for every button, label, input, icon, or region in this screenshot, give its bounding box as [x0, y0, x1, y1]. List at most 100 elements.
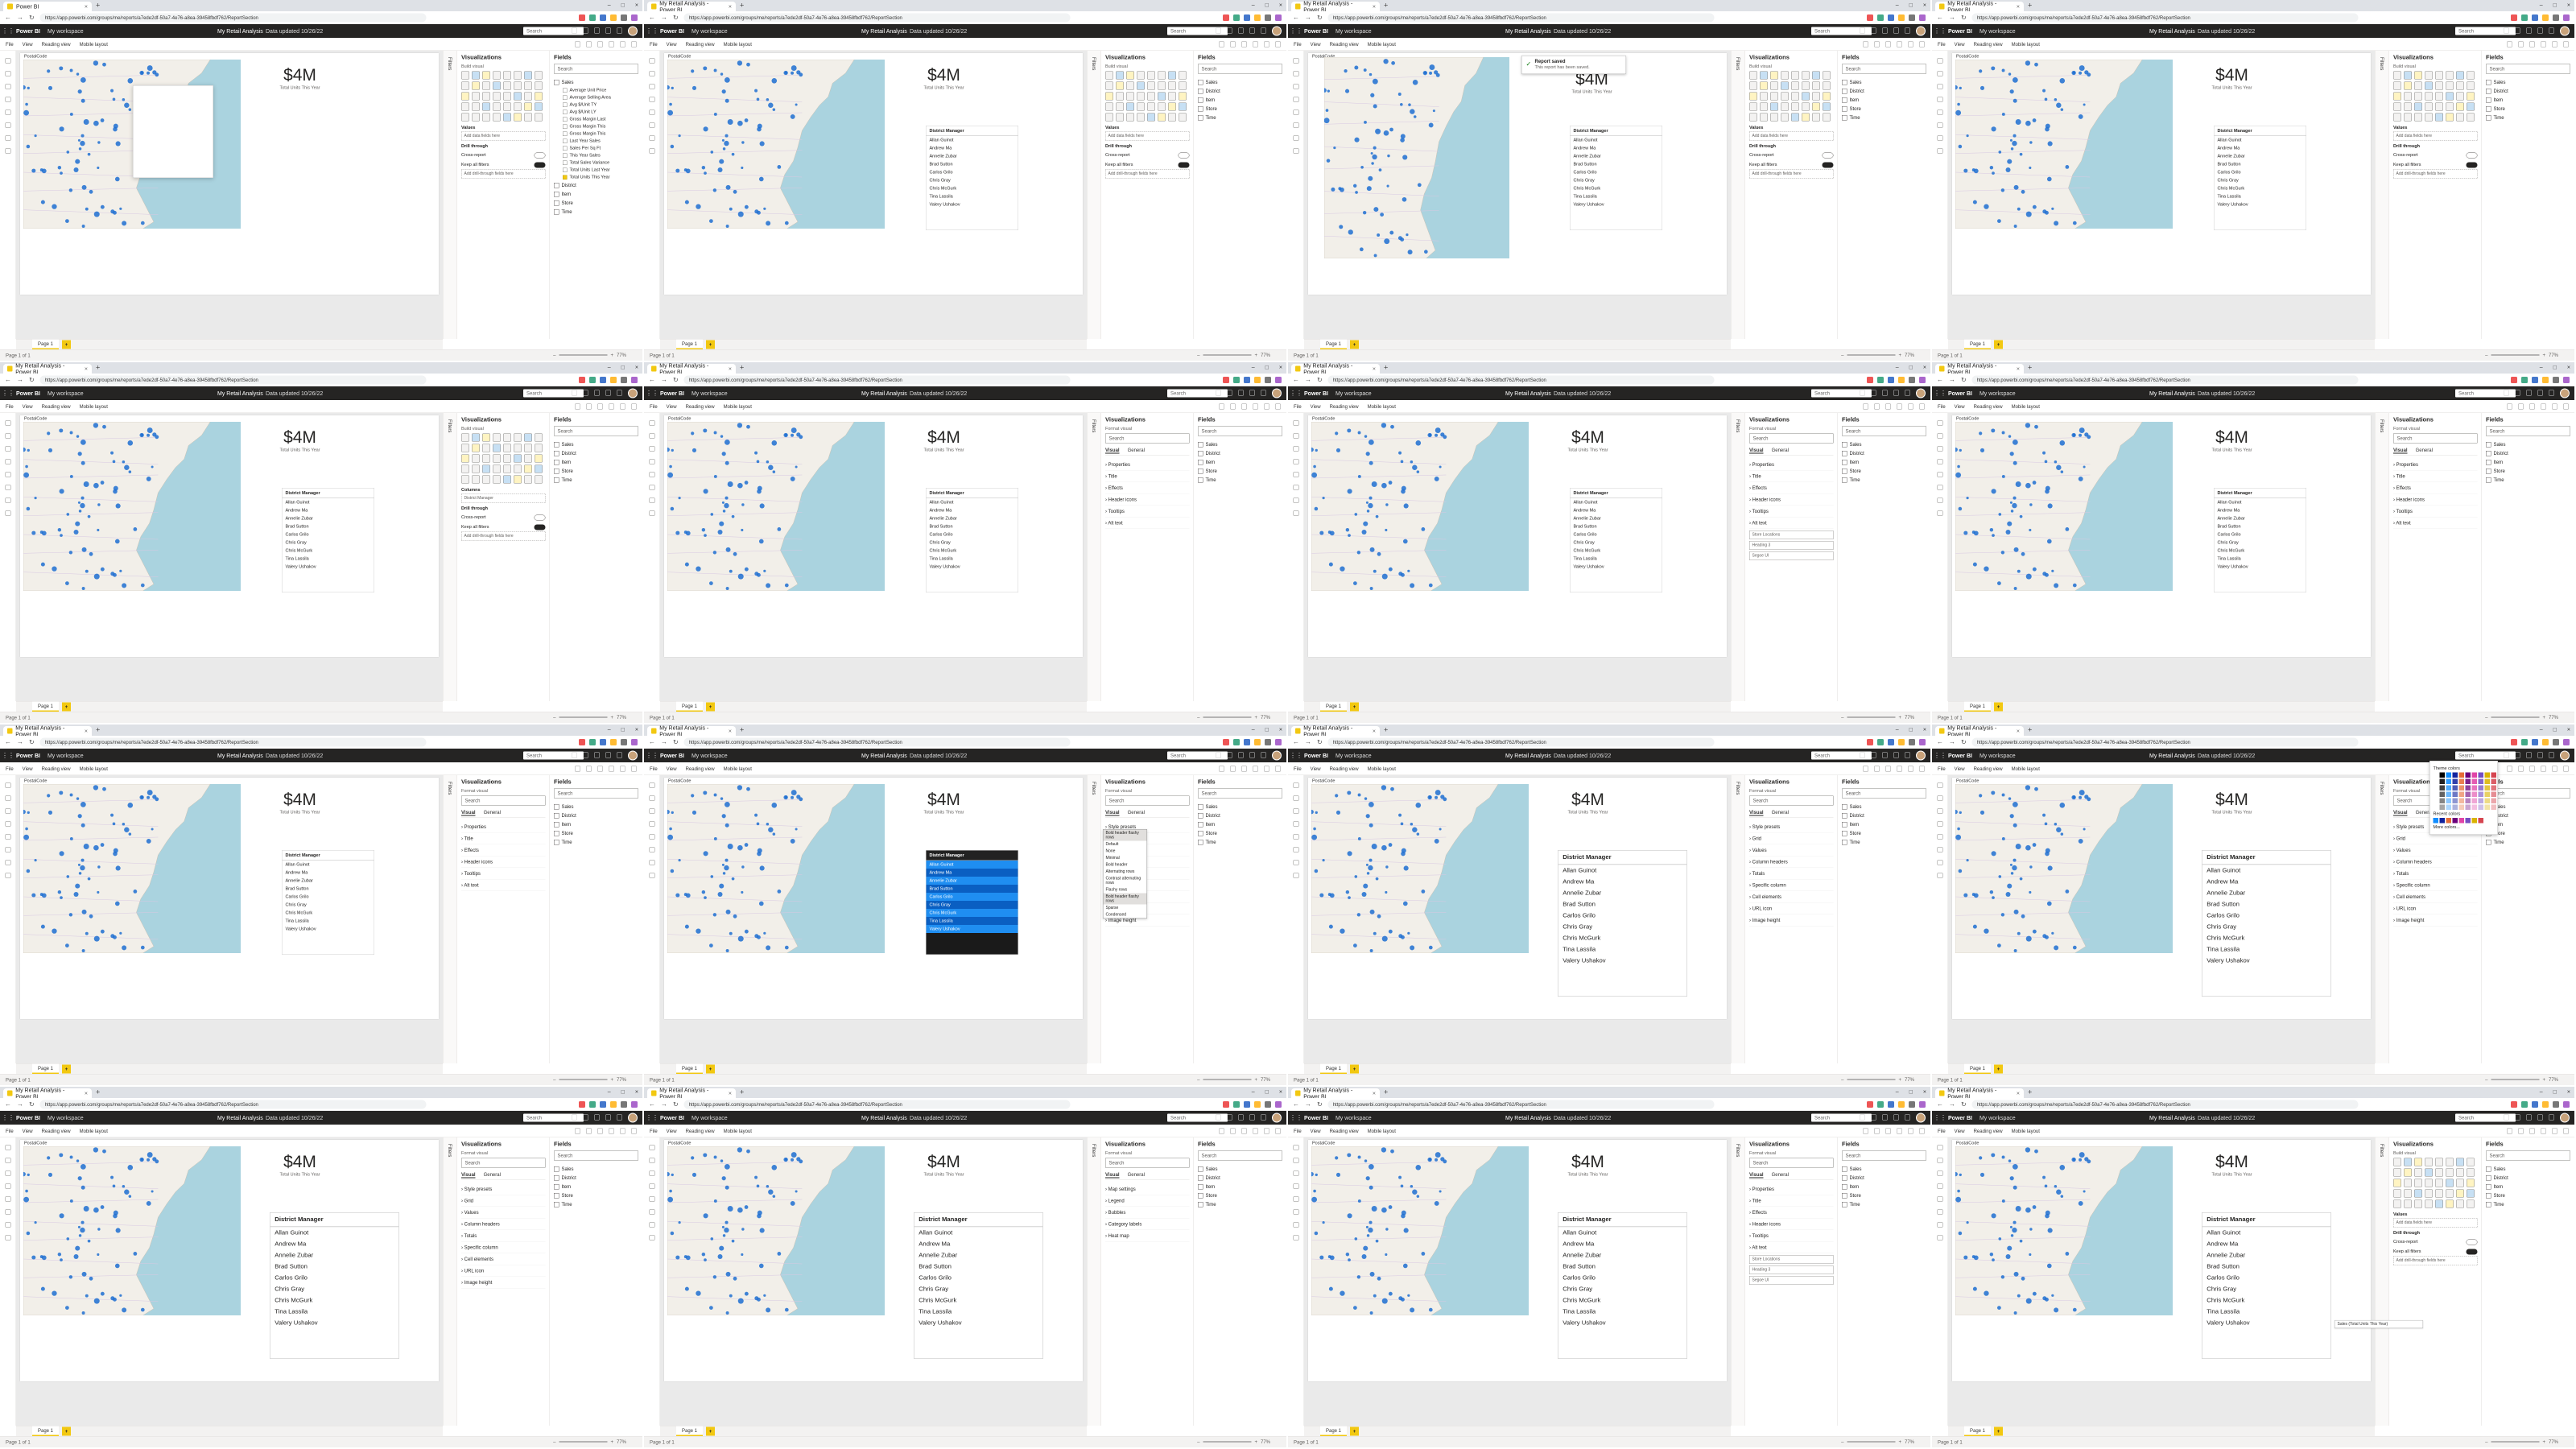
help-icon[interactable]	[1893, 752, 1899, 758]
download-icon[interactable]	[1882, 1114, 1888, 1121]
tab-general[interactable]: General	[2416, 448, 2433, 454]
download-icon[interactable]	[1882, 752, 1888, 758]
store-location-marker[interactable]	[2009, 814, 2014, 819]
notifications-icon[interactable]	[572, 27, 577, 34]
store-location-marker[interactable]	[1957, 464, 1960, 469]
store-location-marker[interactable]	[80, 1163, 86, 1170]
undo-icon[interactable]	[1219, 1128, 1224, 1134]
visual-type-icon[interactable]	[2456, 1168, 2464, 1177]
fields-search-input[interactable]: Search	[2486, 64, 2570, 74]
redo-icon[interactable]	[2518, 1128, 2524, 1134]
minimize-icon[interactable]: –	[608, 726, 611, 733]
store-location-marker[interactable]	[89, 551, 93, 556]
help-icon[interactable]	[1249, 1114, 1255, 1121]
field-table[interactable]: Store	[1198, 467, 1282, 476]
visual-type-icon[interactable]	[2414, 1189, 2422, 1198]
visual-type-icon[interactable]	[493, 464, 501, 473]
store-location-marker[interactable]	[2029, 1228, 2033, 1231]
reload-icon[interactable]: ↻	[29, 738, 35, 746]
close-window-icon[interactable]: ×	[635, 2, 638, 8]
store-location-marker[interactable]	[1963, 168, 1968, 173]
store-location-marker[interactable]	[1365, 1176, 1370, 1181]
url-input[interactable]: https://app.powerbi.com/groups/me/report…	[683, 375, 1071, 385]
store-location-marker[interactable]	[704, 896, 707, 899]
store-location-marker[interactable]	[1385, 528, 1388, 532]
store-location-marker[interactable]	[2034, 424, 2038, 429]
close-window-icon[interactable]: ×	[1279, 2, 1282, 8]
store-location-marker[interactable]	[1368, 865, 1373, 871]
reload-icon[interactable]: ↻	[1961, 1100, 1967, 1108]
app-launcher-icon[interactable]: ⋮⋮	[644, 752, 660, 760]
store-location-marker[interactable]	[1989, 890, 1994, 894]
store-location-marker[interactable]	[725, 1311, 729, 1315]
store-location-marker[interactable]	[2000, 188, 2005, 192]
apps-icon[interactable]	[1293, 847, 1299, 852]
visual-type-icon[interactable]	[1137, 71, 1145, 80]
store-location-marker[interactable]	[73, 167, 79, 172]
more-options-icon[interactable]	[631, 41, 637, 47]
visual-type-icon[interactable]	[2393, 113, 2401, 122]
store-location-marker[interactable]	[1391, 60, 1395, 65]
store-location-marker[interactable]	[2044, 822, 2048, 826]
store-location-marker[interactable]	[727, 481, 733, 487]
visual-type-icon[interactable]	[1812, 81, 1820, 90]
mobile-layout-button[interactable]: Mobile layout	[724, 1128, 752, 1133]
format-section[interactable]: › URL icon	[1749, 903, 1834, 914]
extension-icon[interactable]	[1877, 14, 1884, 21]
store-location-marker[interactable]	[60, 1258, 63, 1261]
bookmark-icon[interactable]	[1264, 41, 1269, 47]
store-location-marker[interactable]	[737, 844, 743, 851]
tab-visual[interactable]: Visual	[461, 810, 476, 816]
store-location-marker[interactable]	[1375, 128, 1381, 134]
store-location-marker[interactable]	[1992, 534, 1995, 537]
field-item[interactable]: This Year Sales	[554, 152, 638, 159]
store-location-marker[interactable]	[791, 1152, 797, 1158]
store-location-marker[interactable]	[2056, 102, 2062, 108]
cross-report-toggle[interactable]	[534, 514, 546, 521]
store-location-marker[interactable]	[1390, 786, 1394, 791]
format-section[interactable]: › Grid	[1749, 833, 1834, 844]
file-menu[interactable]: File	[650, 41, 658, 47]
workspaces-icon[interactable]	[649, 148, 655, 154]
store-location-marker[interactable]	[2045, 848, 2050, 853]
comment-icon[interactable]	[609, 1128, 614, 1134]
forward-icon[interactable]: →	[661, 14, 667, 21]
create-icon[interactable]	[649, 795, 655, 801]
maximize-icon[interactable]: □	[2553, 726, 2557, 733]
store-location-marker[interactable]	[1369, 909, 1375, 914]
color-swatch[interactable]	[2478, 778, 2483, 784]
store-location-marker[interactable]	[23, 834, 30, 840]
field-table[interactable]: Time	[1842, 114, 1926, 122]
store-location-marker[interactable]	[684, 200, 689, 204]
add-page-button[interactable]: +	[1994, 1064, 2004, 1074]
extension-icon[interactable]	[1233, 1100, 1240, 1108]
drillthrough-well[interactable]: Add drill-through fields here	[2393, 1256, 2478, 1265]
workspaces-icon[interactable]	[649, 510, 655, 516]
store-location-marker[interactable]	[1335, 1156, 1339, 1160]
extension-icon[interactable]	[2542, 738, 2549, 745]
store-location-marker[interactable]	[1401, 485, 1406, 491]
store-location-marker[interactable]	[2009, 1225, 2013, 1228]
mobile-layout-button[interactable]: Mobile layout	[2012, 1128, 2040, 1133]
redo-icon[interactable]	[1874, 766, 1880, 772]
store-location-marker[interactable]	[1364, 120, 1367, 124]
store-location-marker[interactable]	[1368, 823, 1373, 828]
store-location-marker[interactable]	[1383, 59, 1389, 64]
field-checkbox[interactable]	[563, 117, 568, 122]
store-location-marker[interactable]	[59, 489, 64, 494]
store-location-marker[interactable]	[2009, 863, 2013, 866]
create-icon[interactable]	[649, 433, 655, 439]
comment-icon[interactable]	[2541, 403, 2546, 410]
store-location-marker[interactable]	[710, 1237, 714, 1241]
settings-icon[interactable]	[583, 27, 588, 34]
store-location-marker[interactable]	[2009, 138, 2013, 142]
store-location-marker[interactable]	[2017, 207, 2021, 211]
fields-search-input[interactable]: Search	[1198, 1150, 1282, 1161]
store-location-marker[interactable]	[685, 168, 691, 174]
visual-type-icon[interactable]	[1116, 113, 1124, 122]
visual-type-icon[interactable]	[503, 464, 511, 473]
settings-icon[interactable]	[2515, 390, 2520, 396]
visual-type-icon[interactable]	[2425, 1189, 2433, 1198]
store-location-marker[interactable]	[737, 785, 743, 791]
drillthrough-well[interactable]: Add drill-through fields here	[1105, 169, 1190, 179]
